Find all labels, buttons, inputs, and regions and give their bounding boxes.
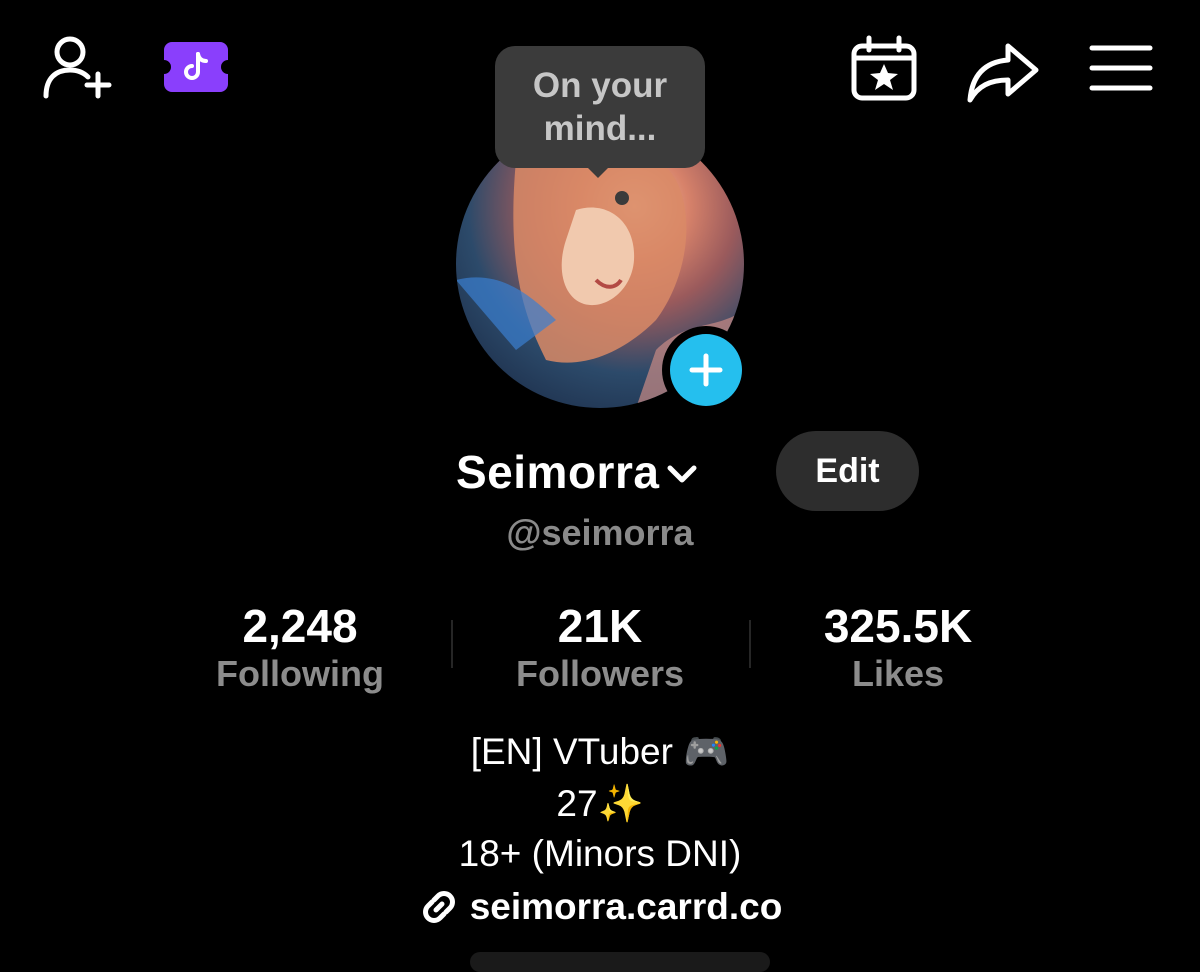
stat-following[interactable]: 2,248 Following	[150, 598, 450, 696]
stat-value: 2,248	[242, 600, 358, 652]
bio-line-1: [EN] VTuber 🎮	[470, 731, 730, 772]
display-name: Seimorra	[456, 446, 660, 498]
bubble-dot	[615, 191, 629, 205]
tiktok-ticket-icon[interactable]	[162, 40, 230, 94]
chevron-down-icon	[667, 465, 697, 483]
bio-line-3: 18+ (Minors DNI)	[458, 833, 742, 874]
thought-bubble[interactable]: On your mind...	[495, 46, 705, 168]
add-story-button[interactable]	[662, 326, 750, 414]
share-icon[interactable]	[964, 40, 1040, 104]
link-icon	[422, 891, 455, 923]
stat-label: Followers	[515, 653, 685, 694]
bubble-text: On your mind...	[532, 66, 668, 148]
stat-followers[interactable]: 21K Followers	[450, 598, 750, 696]
bio-link[interactable]: seimorra.carrd.co	[0, 886, 1200, 928]
menu-icon[interactable]	[1088, 42, 1154, 94]
stat-value: 325.5K	[823, 600, 973, 652]
add-friend-icon[interactable]	[36, 30, 116, 106]
bubble-tail	[580, 160, 616, 178]
bio-link-text[interactable]: seimorra.carrd.co	[470, 886, 783, 928]
username: @seimorra	[506, 512, 694, 553]
stat-value: 21K	[557, 600, 643, 652]
edit-profile-button[interactable]: Edit	[776, 431, 919, 511]
stat-label: Likes	[851, 653, 945, 694]
plus-icon	[689, 353, 723, 387]
stat-label: Following	[216, 653, 384, 694]
bio-line-2: 27✨	[556, 783, 644, 824]
stat-likes[interactable]: 325.5K Likes	[748, 598, 1048, 696]
bottom-partial-element	[470, 952, 770, 972]
account-switcher[interactable]: Seimorra	[456, 440, 699, 504]
calendar-star-icon[interactable]	[848, 34, 920, 104]
